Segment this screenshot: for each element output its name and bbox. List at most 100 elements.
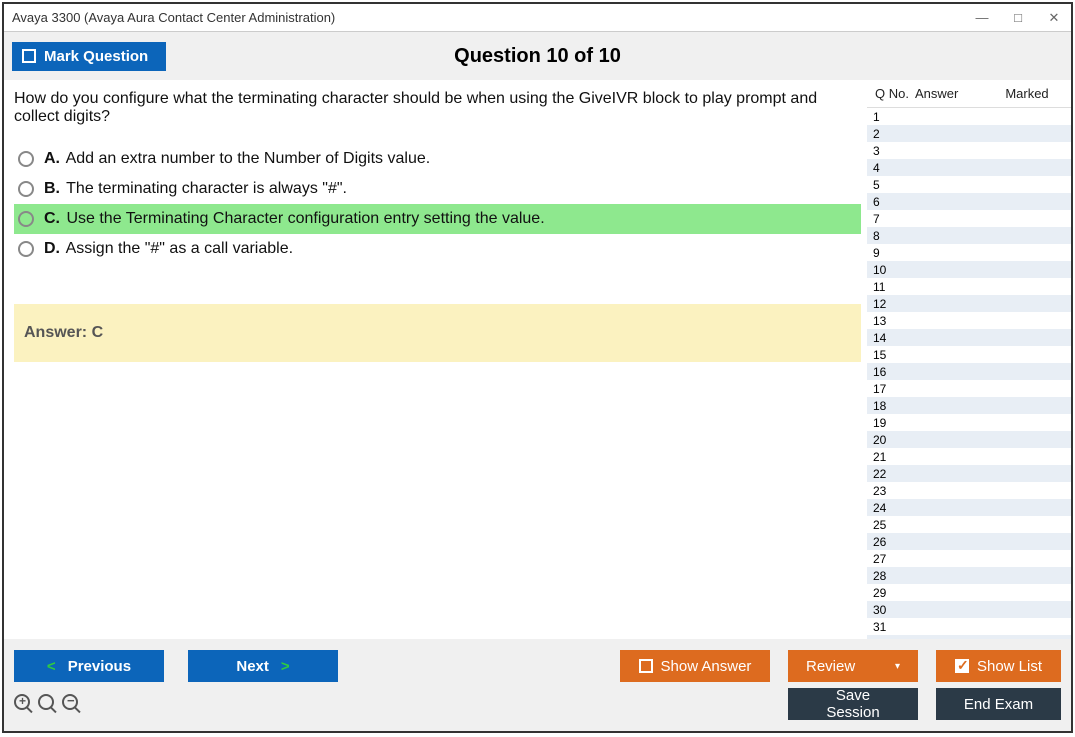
list-row[interactable]: 21 bbox=[867, 448, 1071, 465]
row-no: 27 bbox=[867, 552, 913, 566]
list-row[interactable]: 26 bbox=[867, 533, 1071, 550]
row-no: 16 bbox=[867, 365, 913, 379]
col-header-answer[interactable]: Answer bbox=[915, 86, 985, 101]
end-exam-button[interactable]: End Exam bbox=[936, 688, 1061, 720]
list-row[interactable]: 24 bbox=[867, 499, 1071, 516]
show-list-label: Show List bbox=[977, 658, 1042, 675]
row-no: 22 bbox=[867, 467, 913, 481]
mark-question-button[interactable]: Mark Question bbox=[12, 42, 166, 71]
list-row[interactable]: 16 bbox=[867, 363, 1071, 380]
row-no: 29 bbox=[867, 586, 913, 600]
list-row[interactable]: 31 bbox=[867, 618, 1071, 635]
list-row[interactable]: 9 bbox=[867, 244, 1071, 261]
zoom-controls bbox=[14, 694, 78, 715]
list-row[interactable]: 18 bbox=[867, 397, 1071, 414]
list-row[interactable]: 10 bbox=[867, 261, 1071, 278]
previous-button[interactable]: < Previous bbox=[14, 650, 164, 682]
list-rows[interactable]: 1234567891011121314151617181920212223242… bbox=[867, 107, 1071, 639]
list-row[interactable]: 5 bbox=[867, 176, 1071, 193]
list-row[interactable]: 8 bbox=[867, 227, 1071, 244]
title-bar: Avaya 3300 (Avaya Aura Contact Center Ad… bbox=[4, 4, 1071, 32]
option-d[interactable]: D. Assign the "#" as a call variable. bbox=[14, 234, 861, 264]
row-no: 19 bbox=[867, 416, 913, 430]
list-row[interactable]: 28 bbox=[867, 567, 1071, 584]
row-no: 30 bbox=[867, 603, 913, 617]
list-row[interactable]: 29 bbox=[867, 584, 1071, 601]
review-label: Review bbox=[806, 658, 855, 675]
list-row[interactable]: 30 bbox=[867, 601, 1071, 618]
next-button[interactable]: Next > bbox=[188, 650, 338, 682]
question-counter: Question 10 of 10 bbox=[454, 45, 621, 68]
row-no: 9 bbox=[867, 246, 913, 260]
list-row[interactable]: 17 bbox=[867, 380, 1071, 397]
option-text: D. Assign the "#" as a call variable. bbox=[44, 240, 293, 258]
list-row[interactable]: 13 bbox=[867, 312, 1071, 329]
row-no: 3 bbox=[867, 144, 913, 158]
show-answer-button[interactable]: Show Answer bbox=[620, 650, 770, 682]
end-exam-label: End Exam bbox=[964, 696, 1033, 713]
show-answer-label: Show Answer bbox=[661, 658, 752, 675]
options-list: A. Add an extra number to the Number of … bbox=[14, 144, 861, 264]
list-row[interactable]: 27 bbox=[867, 550, 1071, 567]
row-no: 1 bbox=[867, 110, 913, 124]
zoom-in-icon[interactable] bbox=[14, 694, 30, 715]
col-header-marked[interactable]: Marked bbox=[985, 86, 1069, 101]
list-row[interactable]: 20 bbox=[867, 431, 1071, 448]
checkbox-icon bbox=[22, 49, 36, 63]
row-no: 18 bbox=[867, 399, 913, 413]
radio-icon bbox=[18, 211, 34, 227]
minimize-icon[interactable]: — bbox=[973, 10, 991, 26]
bottom-row-1: < Previous Next > Show Answer Review ▾ bbox=[14, 650, 1061, 682]
question-list-panel: Q No. Answer Marked 12345678910111213141… bbox=[867, 80, 1071, 639]
row-no: 13 bbox=[867, 314, 913, 328]
list-row[interactable]: 7 bbox=[867, 210, 1071, 227]
action-buttons-1: Show Answer Review ▾ Show List bbox=[620, 650, 1061, 682]
show-list-button[interactable]: Show List bbox=[936, 650, 1061, 682]
list-row[interactable]: 6 bbox=[867, 193, 1071, 210]
row-no: 21 bbox=[867, 450, 913, 464]
option-a[interactable]: A. Add an extra number to the Number of … bbox=[14, 144, 861, 174]
bottom-bar: < Previous Next > Show Answer Review ▾ bbox=[4, 639, 1071, 731]
checkbox-icon bbox=[639, 659, 653, 673]
list-row[interactable]: 15 bbox=[867, 346, 1071, 363]
list-row[interactable]: 11 bbox=[867, 278, 1071, 295]
row-no: 23 bbox=[867, 484, 913, 498]
list-row[interactable]: 2 bbox=[867, 125, 1071, 142]
body-area: How do you configure what the terminatin… bbox=[4, 80, 1071, 639]
maximize-icon[interactable]: □ bbox=[1009, 10, 1027, 26]
row-no: 24 bbox=[867, 501, 913, 515]
list-row[interactable]: 4 bbox=[867, 159, 1071, 176]
row-no: 4 bbox=[867, 161, 913, 175]
previous-label: Previous bbox=[68, 658, 131, 675]
option-b[interactable]: B. The terminating character is always "… bbox=[14, 174, 861, 204]
option-text: C. Use the Terminating Character configu… bbox=[44, 210, 545, 228]
option-c[interactable]: C. Use the Terminating Character configu… bbox=[14, 204, 861, 234]
row-no: 11 bbox=[867, 280, 913, 294]
zoom-out-icon[interactable] bbox=[62, 694, 78, 715]
list-row[interactable]: 25 bbox=[867, 516, 1071, 533]
window-controls: — □ ✕ bbox=[973, 10, 1063, 26]
list-row[interactable]: 1 bbox=[867, 108, 1071, 125]
list-row[interactable]: 23 bbox=[867, 482, 1071, 499]
close-icon[interactable]: ✕ bbox=[1045, 10, 1063, 26]
row-no: 8 bbox=[867, 229, 913, 243]
caret-down-icon: ▾ bbox=[895, 661, 900, 672]
top-toolbar: Mark Question Question 10 of 10 bbox=[4, 32, 1071, 80]
question-text: How do you configure what the terminatin… bbox=[14, 90, 861, 126]
review-button[interactable]: Review ▾ bbox=[788, 650, 918, 682]
radio-icon bbox=[18, 151, 34, 167]
chevron-right-icon: > bbox=[281, 658, 290, 675]
list-row[interactable]: 12 bbox=[867, 295, 1071, 312]
list-row[interactable]: 14 bbox=[867, 329, 1071, 346]
checkbox-checked-icon bbox=[955, 659, 969, 673]
row-no: 15 bbox=[867, 348, 913, 362]
list-row[interactable]: 3 bbox=[867, 142, 1071, 159]
list-row[interactable]: 19 bbox=[867, 414, 1071, 431]
row-no: 2 bbox=[867, 127, 913, 141]
save-session-button[interactable]: Save Session bbox=[788, 688, 918, 720]
row-no: 20 bbox=[867, 433, 913, 447]
option-text: A. Add an extra number to the Number of … bbox=[44, 150, 430, 168]
list-row[interactable]: 22 bbox=[867, 465, 1071, 482]
zoom-reset-icon[interactable] bbox=[38, 694, 54, 715]
col-header-no[interactable]: Q No. bbox=[869, 86, 915, 101]
